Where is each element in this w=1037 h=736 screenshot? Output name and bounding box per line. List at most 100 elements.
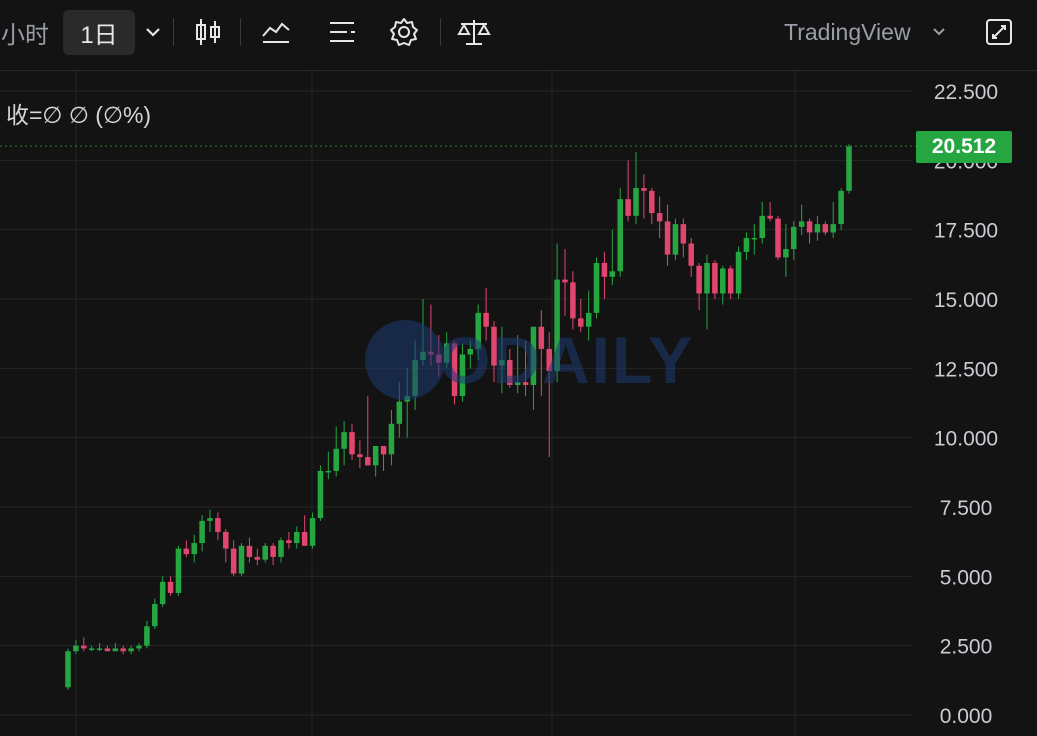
candle bbox=[838, 190, 844, 225]
candle bbox=[743, 237, 750, 252]
layout-list-button[interactable] bbox=[324, 9, 360, 55]
candle bbox=[649, 190, 655, 214]
provider-label[interactable]: TradingView bbox=[784, 19, 911, 46]
candle bbox=[846, 146, 852, 191]
list-icon bbox=[330, 22, 355, 42]
candle bbox=[144, 626, 150, 646]
candle bbox=[680, 224, 687, 244]
candle bbox=[656, 213, 663, 222]
candle bbox=[372, 445, 379, 466]
candle bbox=[136, 645, 142, 649]
y-tick-label: 10.000 bbox=[934, 428, 998, 451]
y-tick-label: 15.000 bbox=[934, 289, 998, 312]
candle bbox=[286, 540, 292, 544]
y-tick-label: 17.500 bbox=[934, 220, 998, 243]
compare-button[interactable] bbox=[455, 9, 493, 55]
candle bbox=[341, 432, 347, 449]
candle bbox=[562, 279, 568, 283]
candle bbox=[751, 237, 758, 240]
indicators-icon bbox=[262, 22, 290, 43]
candle bbox=[238, 545, 245, 574]
candle bbox=[617, 199, 623, 272]
candle bbox=[65, 651, 71, 688]
candle bbox=[223, 531, 229, 549]
candle bbox=[128, 648, 134, 652]
candle bbox=[609, 271, 616, 277]
candle bbox=[365, 457, 371, 466]
candle bbox=[183, 548, 190, 555]
candle bbox=[191, 543, 197, 555]
candle bbox=[798, 221, 805, 227]
candle bbox=[735, 251, 742, 294]
candle bbox=[301, 531, 308, 546]
candle bbox=[357, 454, 363, 458]
chevron-down-icon bbox=[933, 28, 945, 36]
candle bbox=[720, 268, 726, 294]
chevron-down-icon bbox=[146, 28, 160, 37]
candle bbox=[767, 215, 773, 219]
toolbar-divider bbox=[240, 18, 241, 46]
candle bbox=[152, 604, 158, 627]
candle bbox=[333, 448, 339, 471]
candle bbox=[81, 645, 87, 649]
last-price-label: 20.512 bbox=[916, 131, 1012, 163]
candle bbox=[633, 188, 639, 216]
candle bbox=[664, 221, 671, 255]
y-tick-label: 12.500 bbox=[934, 358, 998, 381]
price-chart[interactable]: 22.50020.00017.50015.00012.50010.0007.50… bbox=[0, 71, 1037, 736]
candle bbox=[104, 648, 111, 652]
candle bbox=[96, 648, 103, 650]
watermark-text: ODAILY bbox=[439, 323, 695, 397]
candle bbox=[278, 540, 284, 557]
candle bbox=[704, 262, 710, 294]
gear-icon bbox=[390, 18, 418, 46]
ohlc-legend: 收=∅ ∅ (∅%) bbox=[6, 102, 152, 128]
fullscreen-button[interactable] bbox=[982, 9, 1016, 55]
candle bbox=[593, 262, 600, 313]
y-tick-label: 22.500 bbox=[934, 81, 998, 104]
candle bbox=[317, 470, 324, 519]
settings-button[interactable] bbox=[386, 9, 422, 55]
y-tick-label: 0.000 bbox=[940, 705, 993, 728]
watermark: ODAILY bbox=[365, 320, 694, 400]
candle bbox=[175, 548, 182, 593]
chart-toolbar: 小时 1日 TradingView bbox=[0, 0, 1037, 71]
chart-type-button[interactable] bbox=[192, 9, 224, 55]
candle bbox=[830, 224, 836, 233]
candle bbox=[294, 531, 300, 544]
candle bbox=[88, 648, 95, 650]
candle bbox=[641, 188, 647, 191]
toolbar-divider bbox=[173, 18, 174, 46]
indicators-button[interactable] bbox=[258, 9, 294, 55]
candle bbox=[783, 249, 789, 258]
interval-hours-button[interactable]: 小时 bbox=[0, 9, 50, 55]
candle bbox=[806, 221, 813, 233]
interval-1d-button[interactable]: 1日 bbox=[63, 10, 135, 55]
fullscreen-icon bbox=[986, 19, 1012, 45]
candle bbox=[207, 518, 213, 521]
candle bbox=[688, 243, 694, 266]
candle bbox=[112, 648, 119, 652]
candle bbox=[159, 581, 166, 605]
candles-icon bbox=[196, 19, 220, 45]
balance-icon bbox=[457, 20, 491, 45]
candle bbox=[73, 645, 79, 652]
candle bbox=[199, 520, 205, 544]
interval-dropdown[interactable] bbox=[139, 9, 167, 55]
candle bbox=[270, 545, 276, 557]
candle bbox=[120, 648, 126, 652]
candle bbox=[570, 282, 576, 319]
candle bbox=[167, 581, 174, 593]
watermark-logo bbox=[365, 320, 445, 400]
candle bbox=[262, 545, 268, 560]
candle bbox=[388, 423, 395, 455]
candle bbox=[822, 224, 829, 233]
candle bbox=[325, 470, 332, 473]
candle bbox=[696, 265, 702, 294]
candle bbox=[601, 262, 608, 277]
candle bbox=[380, 445, 387, 455]
y-tick-label: 2.500 bbox=[940, 636, 993, 659]
y-tick-label: 5.000 bbox=[940, 566, 993, 589]
candle bbox=[672, 224, 679, 255]
provider-dropdown[interactable] bbox=[926, 9, 952, 55]
